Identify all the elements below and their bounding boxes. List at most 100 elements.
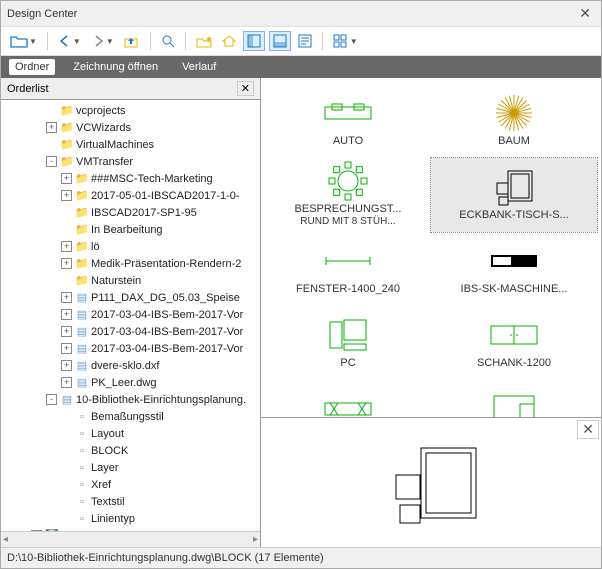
tree-item[interactable]: 📁vcprojects	[1, 102, 260, 119]
block-item[interactable]: PC	[265, 306, 431, 380]
search-button[interactable]	[158, 32, 178, 50]
expand-icon[interactable]: +	[61, 292, 72, 303]
expand-icon[interactable]: +	[61, 241, 72, 252]
tree-item[interactable]: +▤2017-03-04-IBS-Bem-2017-Vor	[1, 323, 260, 340]
block-name: BAUM	[498, 135, 530, 147]
tree-label: Textstil	[91, 496, 125, 508]
tree-item[interactable]: 📁IBSCAD2017-SP1-95	[1, 204, 260, 221]
window-title: Design Center	[7, 8, 77, 20]
titlebar: Design Center ✕	[1, 1, 601, 26]
tab-bar: Ordner Zeichnung öffnen Verlauf	[1, 56, 601, 78]
block-item[interactable]: BESPRECHUNGST...RUND MIT 8 STÜH...	[265, 158, 431, 232]
view-button[interactable]: ▼	[330, 32, 361, 50]
expand-icon[interactable]: +	[61, 343, 72, 354]
block-item[interactable]: SCHREIBTISCH	[431, 380, 597, 417]
sub-icon: ▫	[75, 411, 89, 423]
block-grid[interactable]: AUTO BAUM BESPRECHUNGST...RUND MIT 8 STÜH.…	[261, 78, 601, 417]
forward-button[interactable]: ▼	[88, 32, 117, 50]
toolbar: ▼ ▼ ▼ ▼	[1, 26, 601, 56]
tree-toggle-button[interactable]	[243, 31, 265, 51]
folder-icon: 📁	[60, 155, 74, 168]
folder-icon: 📁	[60, 138, 74, 151]
tree-item[interactable]: ▫Bemaßungsstil	[1, 408, 260, 425]
block-thumb	[489, 169, 539, 205]
description-toggle-button[interactable]	[295, 32, 315, 50]
folder-icon: 📁	[75, 189, 89, 202]
orderlist-header: Orderlist ✕	[1, 78, 260, 100]
tree-item[interactable]: +▤dvere-sklo.dxf	[1, 357, 260, 374]
tree-item[interactable]: +▤PK_Leer.dwg	[1, 374, 260, 391]
block-item[interactable]: IBS-SK-MASCHINE...	[431, 232, 597, 306]
expand-icon[interactable]: +	[61, 326, 72, 337]
orderlist-close-icon[interactable]: ✕	[237, 81, 254, 96]
tree-item[interactable]: +📁2017-05-01-IBSCAD2017-1-0-	[1, 187, 260, 204]
expand-icon[interactable]: +	[61, 360, 72, 371]
expand-icon[interactable]: +	[61, 173, 72, 184]
tree-item[interactable]: +📁###MSC-Tech-Marketing	[1, 170, 260, 187]
tree-label: 10-Bibliothek-Einrichtungsplanung.	[76, 394, 246, 406]
favorites-button[interactable]	[193, 32, 215, 50]
page-icon: ▤	[75, 325, 89, 338]
tree-label: Linientyp	[91, 513, 135, 525]
open-button[interactable]: ▼	[7, 32, 40, 50]
tree-item[interactable]: +▤P111_DAX_DG_05.03_Speise	[1, 289, 260, 306]
tree-spacer	[61, 462, 72, 473]
close-icon[interactable]: ✕	[575, 5, 595, 22]
tree-label: Medik-Präsentation-Rendern-2	[91, 258, 241, 270]
tree-label: Layer	[91, 462, 119, 474]
tree-spacer	[61, 428, 72, 439]
expand-icon[interactable]: +	[61, 190, 72, 201]
tree-item[interactable]: +📁Medik-Präsentation-Rendern-2	[1, 255, 260, 272]
tree-spacer	[61, 513, 72, 524]
sub-icon: ▫	[75, 462, 89, 474]
page-icon: ▤	[75, 291, 89, 304]
block-item[interactable]: SCHANK-1200	[431, 306, 597, 380]
block-item[interactable]: SCHRANK-1800_400	[265, 380, 431, 417]
tree-spacer	[61, 275, 72, 286]
folder-icon: 📁	[75, 223, 89, 236]
tree-label: vcprojects	[76, 105, 126, 117]
back-button[interactable]: ▼	[55, 32, 84, 50]
tree-item[interactable]: ▫Layout	[1, 425, 260, 442]
expand-icon[interactable]: +	[61, 258, 72, 269]
tree-item[interactable]: ▫BLOCK	[1, 442, 260, 459]
folder-icon: 📁	[75, 172, 89, 185]
folder-tree[interactable]: 📁vcprojects+📁VCWizards📁VirtualMachines-📁…	[1, 100, 260, 531]
expand-icon[interactable]: +	[61, 377, 72, 388]
tree-item[interactable]: +📁lö	[1, 238, 260, 255]
block-name: BESPRECHUNGST...	[295, 203, 402, 215]
expand-icon[interactable]: +	[46, 122, 57, 133]
collapse-icon[interactable]: -	[46, 156, 57, 167]
block-item[interactable]: FENSTER-1400_240	[265, 232, 431, 306]
tree-item[interactable]: 📁VirtualMachines	[1, 136, 260, 153]
tree-item[interactable]: -▤10-Bibliothek-Einrichtungsplanung.	[1, 391, 260, 408]
preview-close-icon[interactable]: ✕	[577, 420, 599, 439]
tree-item[interactable]: ▫Textstil	[1, 493, 260, 510]
tab-zeichnung[interactable]: Zeichnung öffnen	[67, 59, 164, 75]
orderlist-label: Orderlist	[7, 83, 49, 95]
tree-item[interactable]: +📁VCWizards	[1, 119, 260, 136]
preview-toggle-button[interactable]	[269, 31, 291, 51]
block-thumb	[489, 317, 539, 353]
up-button[interactable]	[121, 32, 143, 50]
tab-verlauf[interactable]: Verlauf	[176, 59, 222, 75]
collapse-icon[interactable]: -	[46, 394, 57, 405]
tree-item[interactable]: ▫Layer	[1, 459, 260, 476]
expand-icon[interactable]: +	[61, 309, 72, 320]
tree-scrollbar[interactable]: ◂▸	[1, 531, 260, 547]
tree-item[interactable]: ▫Xref	[1, 476, 260, 493]
tree-item[interactable]: +▤2017-03-04-IBS-Bem-2017-Vor	[1, 340, 260, 357]
block-thumb	[489, 243, 539, 279]
tree-label: VCWizards	[76, 122, 131, 134]
tree-item[interactable]: +▤2017-03-04-IBS-Bem-2017-Vor	[1, 306, 260, 323]
block-item[interactable]: BAUM	[431, 84, 597, 158]
tab-ordner[interactable]: Ordner	[9, 59, 55, 75]
block-item[interactable]: AUTO	[265, 84, 431, 158]
tree-item[interactable]: ▫Linientyp	[1, 510, 260, 527]
tree-item[interactable]: 📁Naturstein	[1, 272, 260, 289]
tree-item[interactable]: 📁In Bearbeitung	[1, 221, 260, 238]
page-icon: ▤	[60, 393, 74, 406]
tree-item[interactable]: -📁VMTransfer	[1, 153, 260, 170]
block-item[interactable]: ECKBANK-TISCH-S...	[431, 158, 597, 232]
home-button[interactable]	[219, 32, 239, 50]
